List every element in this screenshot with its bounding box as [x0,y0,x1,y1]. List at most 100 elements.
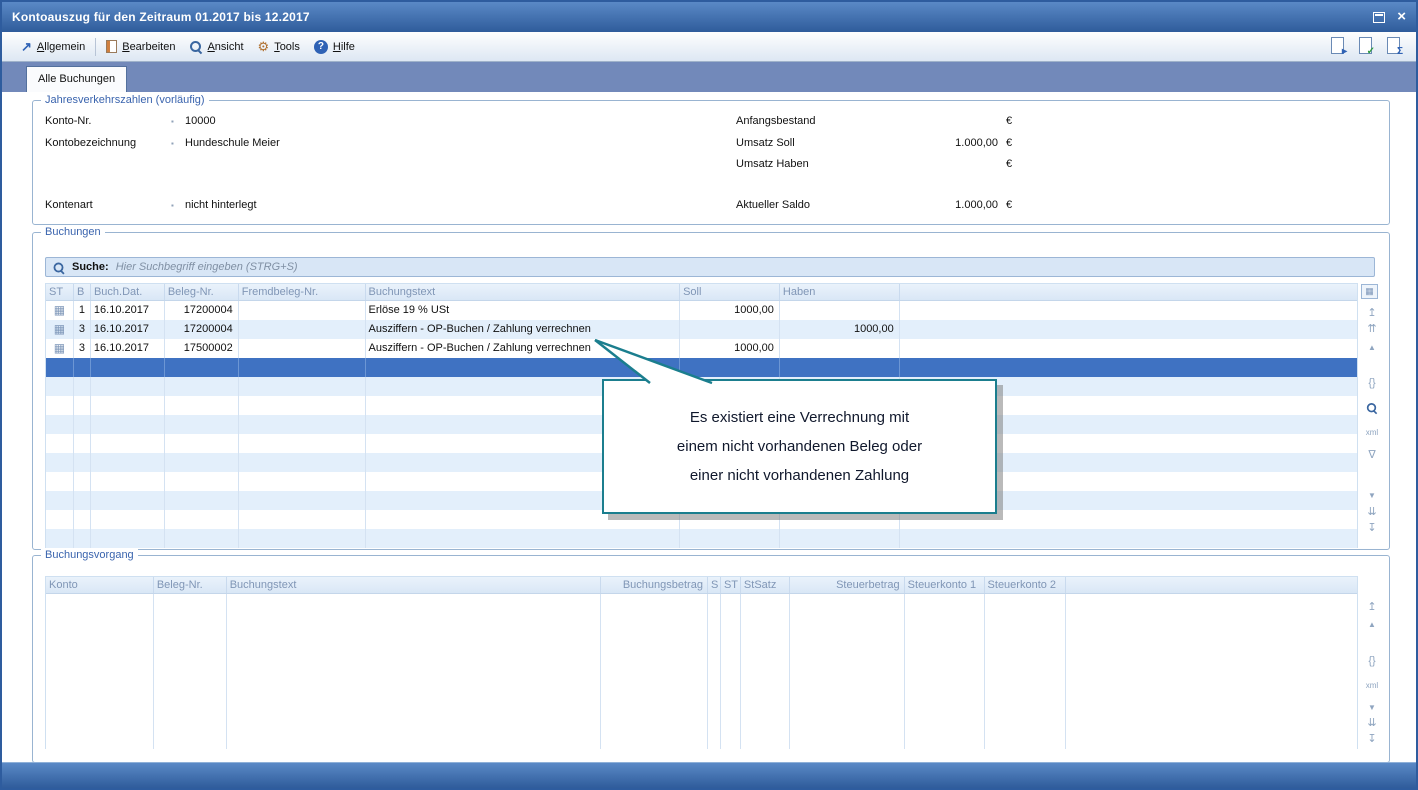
search-placeholder: Hier Suchbegriff eingeben (STRG+S) [116,261,298,273]
col-b[interactable]: B [74,284,91,300]
summary-groupbox: Jahresverkehrszahlen (vorläufig) Konto-N… [32,100,1390,225]
empty-cell [1066,594,1357,749]
scroll-down-icon[interactable]: ▼ [1363,489,1381,502]
empty-cell [780,529,900,548]
document-sum-icon[interactable]: Σ [1387,37,1400,54]
empty-cell [239,453,366,472]
kontobezeichnung-label: Kontobezeichnung [45,137,136,149]
empty-cell [91,453,165,472]
scroll-pagedown-icon[interactable]: ⇊ [1363,506,1381,519]
scroll-bottom-icon[interactable]: ↧ [1363,733,1381,746]
col-beleg-nr[interactable]: Beleg-Nr. [165,284,239,300]
col-buchungsbetrag[interactable]: Buchungsbetrag [601,577,708,593]
empty-cell [46,396,74,415]
cell-st [46,358,74,377]
row-detail-icon[interactable]: ▦ [46,320,74,339]
scroll-top-icon[interactable]: ↥ [1363,601,1381,614]
cell-beleg: 17200004 [165,320,239,339]
filter-icon[interactable]: ∇ [1363,449,1381,462]
col-stsatz[interactable]: StSatz [741,577,790,593]
scroll-up-icon[interactable]: ▲ [1363,618,1381,631]
bookings-table-header: ST B Buch.Dat. Beleg-Nr. Fremdbeleg-Nr. … [46,284,1357,301]
empty-cell [708,594,721,749]
empty-cell [790,594,905,749]
tab-band: Alle Buchungen [2,62,1416,92]
umsatz-haben-label: Umsatz Haben [736,158,809,170]
empty-cell [239,491,366,510]
cell-filler [900,320,1357,339]
scroll-bottom-icon[interactable]: ↧ [1363,522,1381,535]
empty-cell [91,396,165,415]
cell-haben [780,301,900,320]
col-haben[interactable]: Haben [780,284,900,300]
empty-cell [985,594,1067,749]
scroll-down-icon[interactable]: ▼ [1363,701,1381,714]
cell-b: 1 [74,301,91,320]
col-buchungstext[interactable]: Buchungstext [366,284,681,300]
menu-ansicht[interactable]: Ansicht [182,37,250,56]
col-s[interactable]: S [708,577,721,593]
cell-fremdbeleg [239,320,366,339]
menu-tools[interactable]: ⚙ Tools [251,37,307,56]
search-input[interactable]: Suche: Hier Suchbegriff eingeben (STRG+S… [45,257,1375,277]
search-icon [53,261,65,273]
table-row[interactable]: ▦ 1 16.10.2017 17200004 Erlöse 19 % USt … [46,301,1357,320]
umsatz-soll-label: Umsatz Soll [736,137,795,149]
empty-cell [239,377,366,396]
bookings-group-title: Buchungen [41,226,105,238]
column-chooser-icon[interactable]: ▦ [1361,284,1378,299]
xml-icon[interactable]: xml [1363,679,1381,692]
braces-icon[interactable]: {} [1363,377,1381,390]
transaction-group-title: Buchungsvorgang [41,549,138,561]
empty-cell [46,529,74,548]
close-icon[interactable]: × [1397,10,1406,24]
aktueller-saldo-value: 1.000,00 [833,199,998,211]
empty-cell [74,415,91,434]
row-detail-icon[interactable]: ▦ [46,339,74,358]
empty-row[interactable] [46,529,1357,548]
empty-cell [366,529,681,548]
col-st[interactable]: ST [46,284,74,300]
titlebar: Kontoauszug für den Zeitraum 01.2017 bis… [2,2,1416,32]
col-fremdbeleg-nr[interactable]: Fremdbeleg-Nr. [239,284,366,300]
anfangsbestand-currency: € [1006,115,1012,127]
menu-allgemein[interactable]: ↗ Allgemein [14,38,92,56]
empty-cell [165,453,239,472]
scroll-pageup-icon[interactable]: ⇈ [1363,323,1381,336]
col-st[interactable]: ST [721,577,741,593]
restore-window-icon[interactable] [1373,12,1385,23]
menu-hilfe[interactable]: ? Hilfe [307,37,362,57]
empty-cell [154,594,227,749]
document-check-icon[interactable]: ✓ [1359,37,1372,54]
row-detail-icon[interactable]: ▦ [46,301,74,320]
tab-alle-buchungen[interactable]: Alle Buchungen [26,66,127,92]
col-soll[interactable]: Soll [680,284,780,300]
zoom-icon[interactable] [1366,402,1377,416]
document-preview-icon[interactable]: ▸ [1331,37,1344,54]
empty-cell [74,529,91,548]
empty-cell [74,510,91,529]
empty-cell [46,491,74,510]
scroll-pagedown-icon[interactable]: ⇊ [1363,717,1381,730]
col-buchungstext[interactable]: Buchungstext [227,577,601,593]
cell-b: 3 [74,320,91,339]
grid-icon: ▦ [54,341,65,355]
menu-bearbeiten[interactable]: Bearbeiten [99,37,182,56]
scroll-up-icon[interactable]: ▲ [1363,341,1381,354]
col-beleg-nr[interactable]: Beleg-Nr. [154,577,227,593]
empty-cell [74,472,91,491]
col-steuerkonto-1[interactable]: Steuerkonto 1 [905,577,985,593]
col-buchdat[interactable]: Buch.Dat. [91,284,165,300]
umsatz-soll-currency: € [1006,137,1012,149]
col-konto[interactable]: Konto [46,577,154,593]
scroll-top-icon[interactable]: ↥ [1363,307,1381,320]
braces-icon[interactable]: {} [1363,655,1381,668]
cell-b [74,358,91,377]
empty-cell [680,529,780,548]
cell-fremdbeleg [239,339,366,358]
konto-nr-value: 10000 [185,115,216,127]
xml-icon[interactable]: xml [1363,426,1381,439]
col-steuerbetrag[interactable]: Steuerbetrag [790,577,905,593]
empty-cell [239,510,366,529]
col-steuerkonto-2[interactable]: Steuerkonto 2 [985,577,1067,593]
